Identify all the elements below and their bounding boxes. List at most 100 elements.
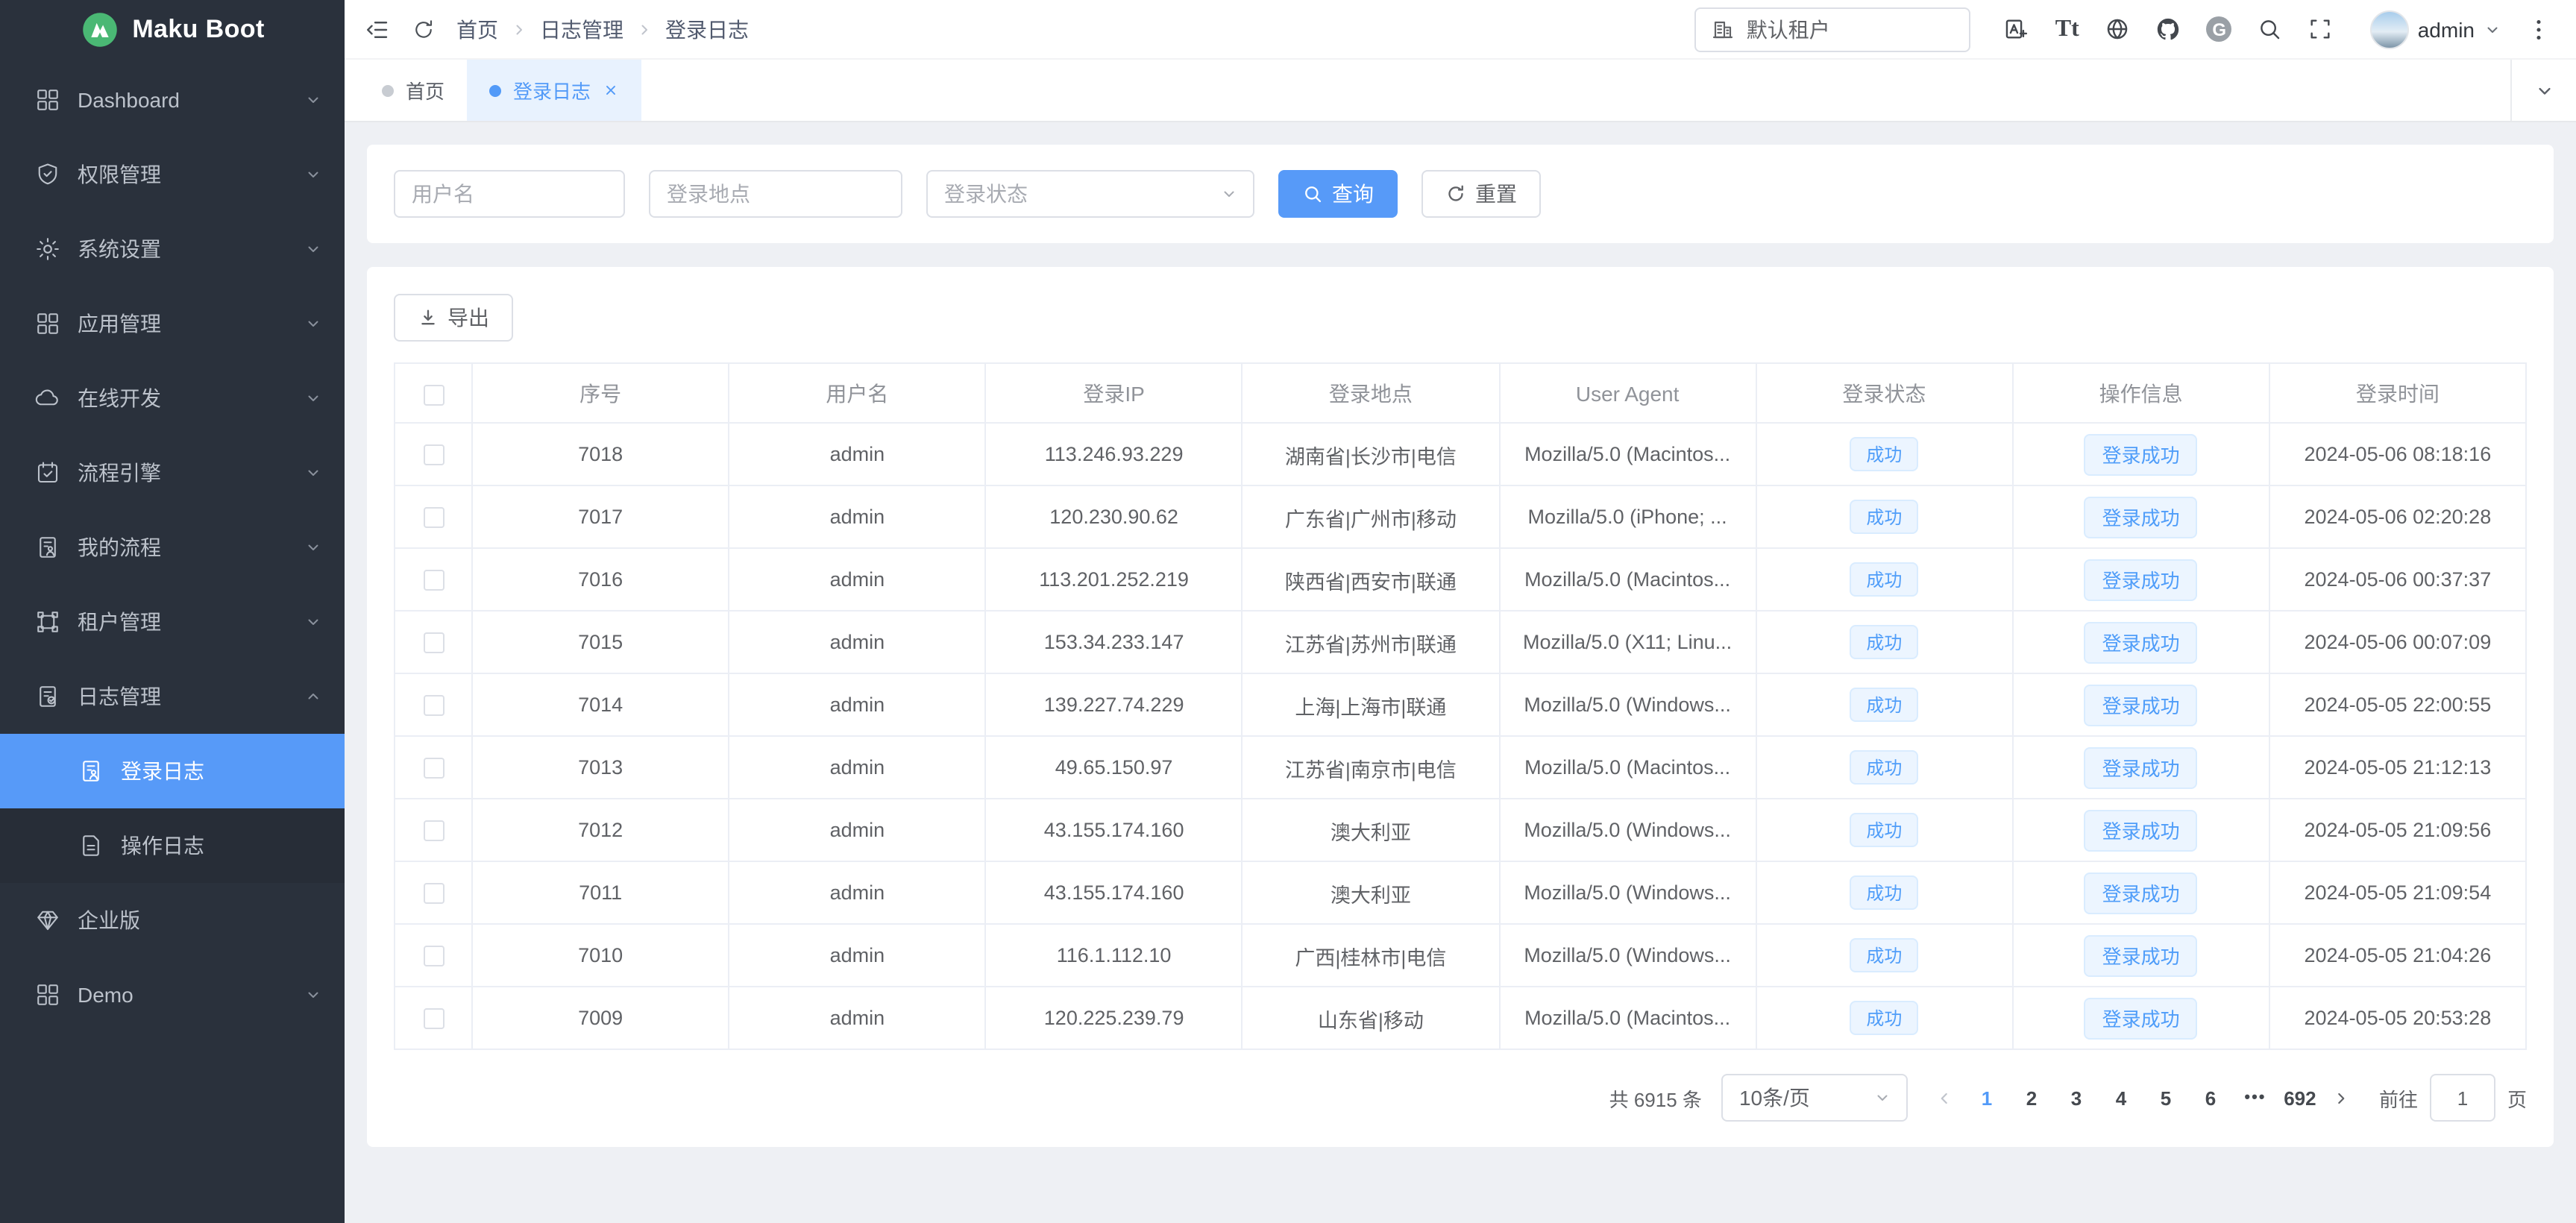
sidebar-item-登录日志[interactable]: 登录日志 bbox=[0, 734, 345, 808]
close-icon[interactable] bbox=[603, 82, 619, 98]
github-icon[interactable] bbox=[2143, 4, 2194, 54]
collapse-sidebar-icon[interactable] bbox=[364, 16, 391, 43]
reset-button[interactable]: 重置 bbox=[1421, 170, 1541, 218]
sidebar-item-label: 登录日志 bbox=[121, 756, 322, 786]
download-icon bbox=[418, 307, 439, 328]
prev-page-icon[interactable] bbox=[1927, 1075, 1963, 1120]
tabs-expand-button[interactable] bbox=[2510, 60, 2576, 121]
status-badge: 成功 bbox=[1850, 875, 1918, 910]
more-menu-icon[interactable] bbox=[2522, 4, 2555, 54]
column-header-用户名: 用户名 bbox=[729, 363, 985, 423]
cell-login-time: 2024-05-05 21:09:56 bbox=[2269, 799, 2526, 861]
cell-seq: 7014 bbox=[472, 673, 729, 736]
font-size-icon[interactable]: Tt bbox=[2042, 4, 2093, 54]
tab-dot bbox=[489, 84, 501, 96]
page-number-5[interactable]: 5 bbox=[2145, 1075, 2187, 1120]
search-button[interactable]: 查询 bbox=[1278, 170, 1398, 218]
cell-user-agent: Mozilla/5.0 (Macintos... bbox=[1499, 987, 1756, 1049]
cell-location: 澳大利亚 bbox=[1243, 861, 1499, 924]
sidebar-item-Demo[interactable]: Demo bbox=[0, 958, 345, 1032]
breadcrumb-item[interactable]: 日志管理 bbox=[540, 14, 623, 44]
page-number-1[interactable]: 1 bbox=[1966, 1075, 2008, 1120]
operation-badge: 登录成功 bbox=[2085, 809, 2198, 851]
sidebar-item-我的流程[interactable]: 我的流程 bbox=[0, 510, 345, 585]
breadcrumb-item[interactable]: 首页 bbox=[456, 14, 498, 44]
grid-icon bbox=[34, 310, 61, 337]
row-checkbox[interactable] bbox=[423, 570, 444, 591]
page-number-2[interactable]: 2 bbox=[2011, 1075, 2052, 1120]
page-number-last[interactable]: 692 bbox=[2279, 1075, 2321, 1120]
page-number-3[interactable]: 3 bbox=[2055, 1075, 2097, 1120]
sidebar-item-操作日志[interactable]: 操作日志 bbox=[0, 808, 345, 883]
user-menu[interactable]: admin bbox=[2370, 10, 2501, 48]
sidebar: Maku Boot Dashboard权限管理系统设置应用管理在线开发流程引擎我… bbox=[0, 0, 345, 1223]
select-all-checkbox[interactable] bbox=[423, 384, 444, 405]
next-page-icon[interactable] bbox=[2324, 1075, 2360, 1120]
row-checkbox[interactable] bbox=[423, 758, 444, 779]
column-header-登录状态: 登录状态 bbox=[1756, 363, 2012, 423]
operation-badge: 登录成功 bbox=[2085, 559, 2198, 600]
tab-label: 登录日志 bbox=[513, 76, 591, 104]
goto-page: 前往 页 bbox=[2379, 1074, 2527, 1122]
row-checkbox[interactable] bbox=[423, 820, 444, 841]
sidebar-item-应用管理[interactable]: 应用管理 bbox=[0, 286, 345, 361]
tab-home[interactable]: 首页 bbox=[359, 60, 467, 121]
tenant-select[interactable]: 默认租户 bbox=[1694, 7, 1970, 51]
cell-seq: 7017 bbox=[472, 485, 729, 548]
cell-login-time: 2024-05-05 21:09:54 bbox=[2269, 861, 2526, 924]
export-button[interactable]: 导出 bbox=[394, 294, 513, 342]
fullscreen-icon[interactable] bbox=[2296, 4, 2346, 54]
grid-icon bbox=[34, 87, 61, 113]
cell-user-agent: Mozilla/5.0 (iPhone; ... bbox=[1499, 485, 1756, 548]
sidebar-item-label: 日志管理 bbox=[78, 682, 288, 711]
sidebar-item-租户管理[interactable]: 租户管理 bbox=[0, 585, 345, 659]
frame-icon bbox=[34, 609, 61, 635]
grid-icon bbox=[34, 981, 61, 1008]
cell-status: 成功 bbox=[1756, 485, 2012, 548]
row-checkbox[interactable] bbox=[423, 444, 444, 465]
page-size-select[interactable]: 10条/页 bbox=[1721, 1074, 1908, 1122]
doc-person-icon bbox=[78, 758, 104, 785]
sidebar-item-日志管理[interactable]: 日志管理 bbox=[0, 659, 345, 734]
cell-login-time: 2024-05-06 08:18:16 bbox=[2269, 423, 2526, 485]
gitee-icon[interactable]: G bbox=[2194, 4, 2245, 54]
sidebar-item-在线开发[interactable]: 在线开发 bbox=[0, 361, 345, 436]
cell-username: admin bbox=[729, 673, 985, 736]
column-header-登录地点: 登录地点 bbox=[1243, 363, 1499, 423]
row-checkbox-cell bbox=[395, 548, 472, 611]
goto-page-input[interactable] bbox=[2430, 1074, 2495, 1122]
table-row: 7010admin116.1.112.10广西|桂林市|电信Mozilla/5.… bbox=[395, 924, 2526, 987]
tab-login-log[interactable]: 登录日志 bbox=[467, 60, 641, 121]
refresh-icon[interactable] bbox=[412, 17, 436, 41]
cell-login-ip: 49.65.150.97 bbox=[986, 736, 1243, 799]
cell-username: admin bbox=[729, 485, 985, 548]
cell-username: admin bbox=[729, 987, 985, 1049]
page-number-6[interactable]: 6 bbox=[2190, 1075, 2231, 1120]
sidebar-item-系统设置[interactable]: 系统设置 bbox=[0, 212, 345, 286]
username-filter-input[interactable] bbox=[394, 170, 625, 218]
sidebar-item-Dashboard[interactable]: Dashboard bbox=[0, 63, 345, 137]
sidebar-item-企业版[interactable]: 企业版 bbox=[0, 883, 345, 958]
row-checkbox[interactable] bbox=[423, 632, 444, 653]
row-checkbox[interactable] bbox=[423, 1008, 444, 1029]
row-checkbox[interactable] bbox=[423, 946, 444, 966]
top-navbar: 首页日志管理登录日志 默认租户 TtG admin bbox=[345, 0, 2576, 60]
sidebar-item-权限管理[interactable]: 权限管理 bbox=[0, 137, 345, 212]
page-number-4[interactable]: 4 bbox=[2100, 1075, 2142, 1120]
status-badge: 成功 bbox=[1850, 562, 1918, 597]
globe-icon[interactable] bbox=[2093, 4, 2143, 54]
chevron-up-icon bbox=[304, 688, 322, 705]
row-checkbox[interactable] bbox=[423, 883, 444, 904]
chevron-down-icon bbox=[304, 389, 322, 407]
table-card: 导出 序号用户名登录IP登录地点User Agent登录状态操作信息登录时间 7… bbox=[367, 267, 2554, 1147]
row-checkbox[interactable] bbox=[423, 695, 444, 716]
row-checkbox[interactable] bbox=[423, 507, 444, 528]
cell-operation: 登录成功 bbox=[2013, 485, 2269, 548]
sidebar-item-流程引擎[interactable]: 流程引擎 bbox=[0, 436, 345, 510]
translate-icon[interactable] bbox=[1991, 4, 2042, 54]
cell-user-agent: Mozilla/5.0 (Windows... bbox=[1499, 799, 1756, 861]
search-icon[interactable] bbox=[2245, 4, 2296, 54]
more-pages-icon[interactable]: ••• bbox=[2234, 1089, 2276, 1107]
status-filter-select[interactable]: 登录状态 bbox=[926, 170, 1254, 218]
location-filter-input[interactable] bbox=[649, 170, 902, 218]
